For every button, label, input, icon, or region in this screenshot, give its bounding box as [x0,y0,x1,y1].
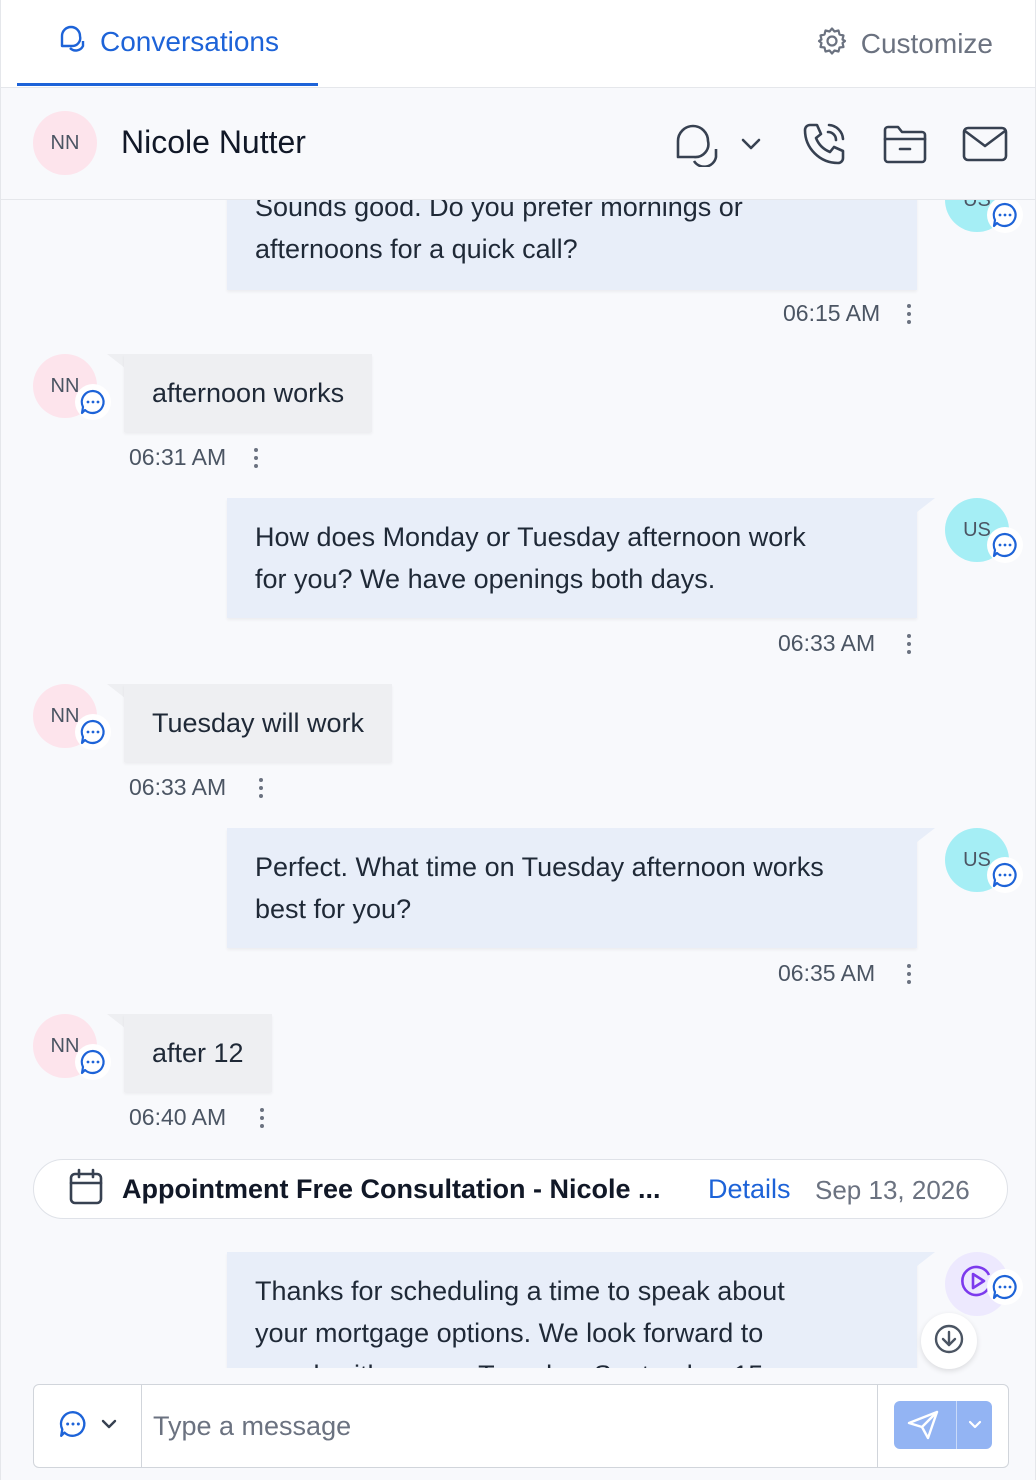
appointment-details-link[interactable]: Details [708,1174,791,1205]
chat-bubbles-icon[interactable] [673,120,721,168]
bubble-tail [107,684,125,698]
message-text: speak with you on Tuesday, September 15 [255,1354,889,1368]
send-area [877,1385,1008,1467]
appointment-title: Appointment Free Consultation - Nicole .… [122,1173,661,1204]
scroll-to-bottom-button[interactable] [921,1313,977,1369]
message-menu-button[interactable] [899,302,919,326]
send-button[interactable] [894,1401,992,1449]
message-menu-button[interactable] [899,962,919,986]
chevron-down-icon [100,1417,118,1435]
contact-name: Nicole Nutter [121,124,306,160]
message-time: 06:33 AM [778,630,876,656]
message-text: afternoons for a quick call? [255,234,578,264]
sms-chat-icon [987,200,1023,233]
sms-chat-icon [75,714,111,750]
message-text: for you? We have openings both days. [255,564,716,594]
message-bubble-outbound: How does Monday or Tuesday afternoon wor… [227,498,917,618]
send-icon [906,1409,940,1446]
message-text: Sounds good. Do you prefer mornings or [255,200,743,222]
message-list[interactable]: Sounds good. Do you prefer mornings or a… [1,200,1035,1368]
contact-header: NN Nicole Nutter [1,88,1035,200]
customize-button[interactable]: Customize [817,22,993,66]
sms-chat-icon [987,527,1023,563]
message-bubble-outbound: Perfect. What time on Tuesday afternoon … [227,828,917,948]
message-text: after 12 [152,1038,244,1068]
channel-selector[interactable] [34,1385,142,1467]
message-menu-button[interactable] [252,1106,272,1130]
sms-chat-icon [75,1044,111,1080]
sms-chat-icon [987,1269,1023,1305]
message-text: Perfect. What time on Tuesday afternoon … [255,852,824,882]
mail-icon[interactable] [961,120,1009,168]
bubble-tail [917,498,935,512]
appointment-date: Sep 13, 2026 [815,1175,970,1205]
folder-icon[interactable] [881,120,929,168]
contact-initials: NN [50,704,80,727]
appointment-card: Appointment Free Consultation - Nicole .… [33,1159,1008,1219]
message-time: 06:15 AM [783,300,881,326]
tab-conversations[interactable]: Conversations [17,0,318,86]
customize-label: Customize [860,28,993,59]
bubble-tail [917,1252,935,1266]
contact-initials: NN [50,131,80,154]
contact-initials: NN [50,1034,80,1057]
message-time: 06:33 AM [129,774,227,800]
message-text: best for you? [255,894,412,924]
message-time: 06:35 AM [778,960,876,986]
calendar-icon [68,1168,104,1211]
sms-chat-icon [987,857,1023,893]
message-text: How does Monday or Tuesday afternoon wor… [255,522,806,552]
arrow-down-circle-icon [933,1323,965,1360]
message-text: Tuesday will work [152,708,365,738]
message-bubble-inbound: Tuesday will work [124,684,393,762]
tab-conversations-label: Conversations [100,25,279,57]
message-bubble-inbound: afternoon works [124,354,373,432]
sms-chat-icon [75,384,111,420]
message-composer [33,1384,1009,1468]
chevron-down-icon[interactable] [731,120,771,168]
message-bubble-inbound: after 12 [124,1014,272,1092]
contact-avatar: NN [33,111,97,175]
message-menu-button[interactable] [251,776,271,800]
message-input[interactable] [143,1385,877,1467]
conversation-panel: Conversations Customize NN Nicole Nutter [0,0,1036,1480]
gear-icon [817,26,847,63]
message-menu-button[interactable] [899,632,919,656]
tab-bar: Conversations Customize [1,0,1035,88]
bubble-tail [107,354,125,368]
message-time: 06:40 AM [129,1104,227,1130]
phone-icon[interactable] [801,120,849,168]
bubble-tail [107,1014,125,1028]
message-menu-button[interactable] [246,446,266,470]
send-options-chevron-icon[interactable] [956,1401,992,1449]
contact-initials: NN [50,374,80,397]
sms-chat-icon [58,1409,88,1444]
bubble-tail [917,828,935,842]
message-bubble-outbound: Thanks for scheduling a time to speak ab… [227,1252,917,1368]
message-text: Thanks for scheduling a time to speak ab… [255,1276,785,1306]
conversations-icon [56,22,88,61]
message-time: 06:31 AM [129,444,227,470]
message-bubble-outbound: Sounds good. Do you prefer mornings or a… [227,200,917,290]
user-initials: US [963,848,991,871]
message-text: afternoon works [152,378,345,408]
message-text: your mortgage options. We look forward t… [255,1318,764,1348]
user-initials: US [963,518,991,541]
